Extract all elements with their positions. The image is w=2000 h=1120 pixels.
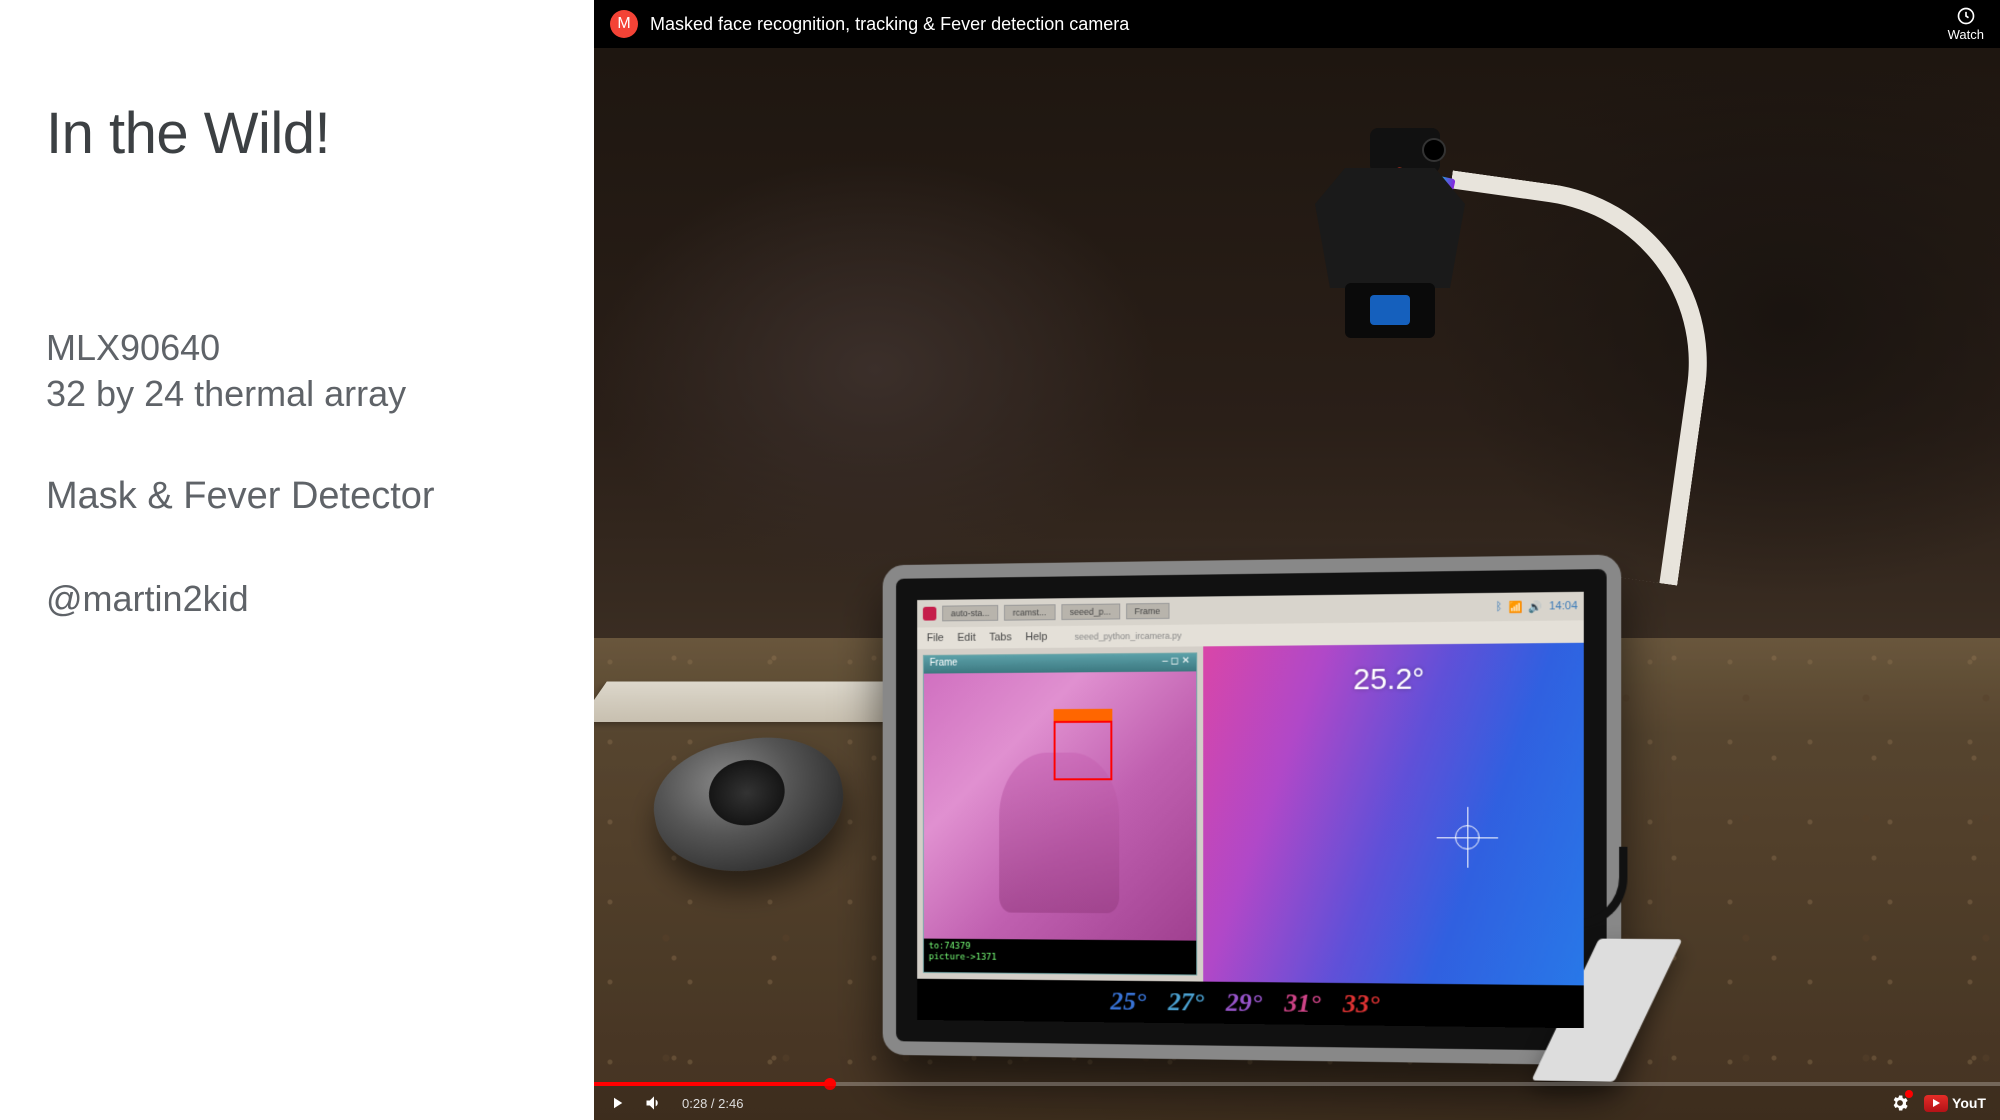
youtube-logo-text: YouT	[1952, 1095, 1986, 1111]
slide-text-panel: In the Wild! MLX90640 32 by 24 thermal a…	[0, 0, 594, 1120]
video-header: M Masked face recognition, tracking & Fe…	[594, 0, 2000, 48]
taskbar-item: rcamst...	[1004, 604, 1055, 620]
servo-mount	[1345, 283, 1435, 338]
raspberry-icon	[923, 607, 936, 621]
menu-edit: Edit	[957, 632, 975, 644]
thermal-view: 25.2°	[1203, 643, 1584, 986]
video-time: 0:28 / 2:46	[682, 1096, 743, 1111]
author-handle: @martin2kid	[46, 578, 554, 620]
project-name: Mask & Fever Detector	[46, 475, 554, 518]
video-title[interactable]: Masked face recognition, tracking & Feve…	[650, 14, 1936, 35]
play-button[interactable]	[608, 1094, 626, 1112]
scale-value: 25°	[1110, 987, 1146, 1017]
clock-icon	[1956, 6, 1976, 26]
scale-value: 27°	[1168, 987, 1204, 1017]
pan-tilt-bracket	[1315, 168, 1465, 288]
taskbar-item: seeed_p...	[1061, 604, 1120, 621]
scene-background: auto-sta... rcamst... seeed_p... Frame ᛒ…	[594, 48, 2000, 1120]
terminal-output: to:74379 picture->1371	[924, 939, 1196, 975]
product-subtitle: 32 by 24 thermal array	[46, 373, 554, 415]
taskbar-clock: 14:04	[1549, 600, 1577, 613]
thermal-camera-lens	[1370, 128, 1440, 173]
camera-feed	[924, 671, 1196, 940]
menu-file: File	[927, 632, 944, 644]
window-controls: – ◻ ✕	[1162, 655, 1190, 669]
camera-window: Frame – ◻ ✕ to:74379 picture->1371	[923, 652, 1197, 975]
video-controls: 0:28 / 2:46 YouT	[594, 1086, 2000, 1120]
crosshair-icon	[1437, 807, 1498, 868]
menu-tabs: Tabs	[989, 631, 1012, 643]
scale-value: 31°	[1284, 988, 1321, 1019]
slide-title: In the Wild!	[46, 100, 554, 167]
thermal-reading: 25.2°	[1353, 662, 1424, 697]
watch-later-button[interactable]: Watch	[1948, 6, 1984, 42]
watch-later-label: Watch	[1948, 27, 1984, 42]
scale-value: 33°	[1343, 989, 1380, 1020]
script-name: seeed_python_ircamera.py	[1075, 631, 1182, 642]
play-icon	[608, 1094, 626, 1112]
volume-icon: 🔊	[1529, 600, 1543, 613]
youtube-logo[interactable]: YouT	[1924, 1095, 1986, 1112]
temperature-scale: 25° 27° 29° 31° 33°	[917, 979, 1584, 1029]
taskbar-item: auto-sta...	[942, 605, 998, 621]
menu-help: Help	[1025, 631, 1047, 643]
mute-button[interactable]	[644, 1093, 664, 1113]
youtube-icon	[1924, 1095, 1948, 1112]
gear-icon	[1890, 1093, 1910, 1113]
channel-avatar[interactable]: M	[610, 10, 638, 38]
tablet-screen: auto-sta... rcamst... seeed_p... Frame ᛒ…	[917, 592, 1584, 1028]
embedded-video: M Masked face recognition, tracking & Fe…	[594, 0, 2000, 1120]
window-title: Frame	[930, 658, 958, 672]
bluetooth-icon: ᛒ	[1495, 601, 1502, 613]
wifi-icon: 📶	[1508, 600, 1522, 613]
settings-button[interactable]	[1890, 1093, 1910, 1113]
scale-value: 29°	[1226, 988, 1262, 1018]
video-frame[interactable]: auto-sta... rcamst... seeed_p... Frame ᛒ…	[594, 48, 2000, 1120]
volume-icon	[644, 1093, 664, 1113]
face-bounding-box	[1053, 720, 1112, 780]
papers-prop	[594, 682, 929, 722]
taskbar-item: Frame	[1126, 603, 1169, 619]
product-name: MLX90640	[46, 327, 554, 369]
camera-rig	[1275, 128, 1495, 428]
raspberry-pi-display: auto-sta... rcamst... seeed_p... Frame ᛒ…	[883, 555, 1622, 1066]
